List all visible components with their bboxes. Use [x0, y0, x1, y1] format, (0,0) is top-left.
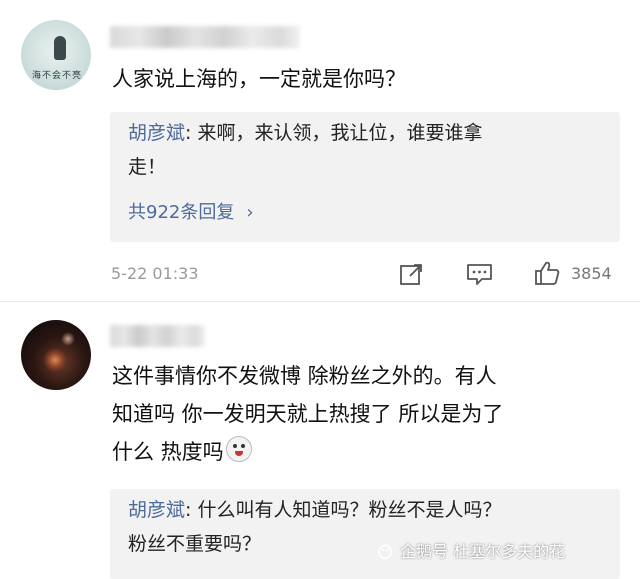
reply-line-2: 走！ [128, 156, 167, 178]
reply-count-link[interactable]: 共922条回复 › [128, 198, 254, 224]
comment-text-line-2: 知道吗 你一发明天就上热搜了 所以是为了 [112, 402, 504, 426]
like-count: 3854 [571, 264, 612, 283]
like-icon[interactable] [533, 259, 561, 287]
surprised-emoji-icon [225, 436, 252, 462]
avatar-glow [61, 332, 75, 346]
penguin-logo-icon [378, 544, 392, 559]
reply-line-1: 胡彦斌: 什么叫有人知道吗？粉丝不是人吗？ [128, 495, 501, 525]
comment-date: 5-22 01:33 [111, 264, 199, 283]
reply-line-1: 胡彦斌: 来啊，来认领，我让位，谁要谁拿 [128, 118, 482, 148]
username-blurred[interactable] [110, 26, 300, 48]
avatar[interactable] [21, 320, 91, 390]
comment-text-line-3-text: 什么 热度吗 [112, 440, 224, 464]
avatar-caption: 海不会不亮 [31, 71, 82, 81]
avatar-glow [43, 348, 67, 372]
reply-count-label: 共922条回复 [128, 202, 235, 223]
reply-separator: : [185, 499, 198, 521]
comment-text: 人家说上海的，一定就是你吗？ [112, 67, 406, 91]
reply-text: 什么叫有人知道吗？粉丝不是人吗？ [197, 499, 502, 521]
reply-box[interactable]: 胡彦斌: 来啊，来认领，我让位，谁要谁拿 走！ 共922条回复 › [110, 112, 620, 242]
avatar[interactable]: 海不会不亮 [21, 20, 91, 90]
watermark-text: 企鹅号 杜塞尔多夫的花 [400, 542, 566, 561]
reply-author[interactable]: 胡彦斌 [128, 122, 185, 144]
reply-separator: : [185, 122, 198, 144]
reply-author[interactable]: 胡彦斌 [128, 499, 185, 521]
avatar-figure [54, 36, 66, 60]
reply-text: 来啊，来认领，我让位，谁要谁拿 [197, 122, 483, 144]
watermark: 企鹅号 杜塞尔多夫的花 [376, 538, 565, 562]
comment-icon[interactable] [466, 262, 494, 286]
divider [0, 301, 640, 302]
reply-line-2: 粉丝不重要吗？ [128, 533, 262, 555]
username-blurred[interactable] [110, 325, 205, 347]
comment-text-line-3: 什么 热度吗 [112, 433, 252, 471]
chevron-right-icon: › [246, 202, 254, 223]
comment-text-line-1: 这件事情你不发微博 除粉丝之外的。有人 [112, 364, 497, 388]
reply-box[interactable]: 胡彦斌: 什么叫有人知道吗？粉丝不是人吗？ 粉丝不重要吗？ [110, 489, 620, 579]
share-icon[interactable] [399, 262, 425, 286]
